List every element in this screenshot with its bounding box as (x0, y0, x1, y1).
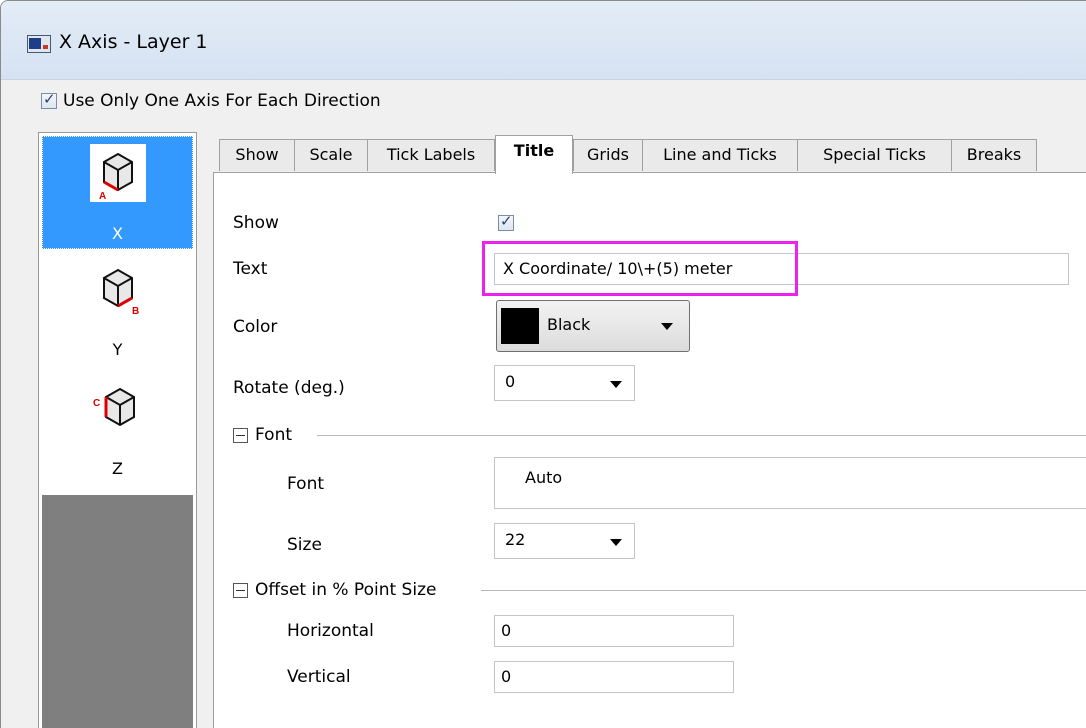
window-title: X Axis - Layer 1 (59, 31, 208, 53)
dialog-window: X Axis - Layer 1 Use Only One Axis For E… (0, 0, 1086, 728)
color-value: Black (547, 315, 591, 334)
vertical-label: Vertical (287, 667, 351, 687)
sidebar-empty-area (42, 495, 193, 728)
offset-group-title: Offset in % Point Size (255, 580, 437, 600)
offset-group-divider (481, 590, 1086, 591)
axis-z-letter: C (93, 398, 100, 409)
tab-line-and-ticks[interactable]: Line and Ticks (642, 139, 798, 171)
sidebar-item-x-label: X (112, 224, 123, 243)
size-dropdown[interactable]: 22 (494, 523, 635, 559)
axis-y-icon: B (102, 268, 139, 317)
axis-sidebar: A X B Y C Z (38, 132, 197, 728)
rotate-value: 0 (505, 372, 516, 391)
font-group-collapse-icon[interactable] (233, 428, 248, 443)
show-checkbox[interactable] (498, 212, 514, 231)
color-dropdown[interactable]: Black (496, 300, 690, 352)
sidebar-item-x[interactable]: A X (42, 136, 193, 249)
color-swatch (501, 308, 539, 344)
text-highlight-box (482, 241, 798, 296)
font-label: Font (287, 474, 325, 494)
chevron-down-icon (661, 323, 673, 330)
offset-group-collapse-icon[interactable] (233, 583, 248, 598)
tab-grids[interactable]: Grids (573, 139, 643, 171)
tab-title[interactable]: Title (495, 135, 573, 174)
sidebar-item-y-label: Y (112, 340, 123, 359)
tab-scale[interactable]: Scale (294, 139, 368, 171)
use-one-axis-label: Use Only One Axis For Each Direction (63, 91, 381, 111)
chevron-down-icon (610, 381, 622, 388)
size-label: Size (287, 535, 322, 555)
horizontal-label: Horizontal (287, 621, 374, 641)
axis-x-letter: A (99, 191, 106, 202)
vertical-offset-input[interactable]: 0 (494, 661, 734, 693)
axis-y-letter: B (132, 306, 139, 317)
font-group-divider (317, 435, 1086, 436)
font-selector[interactable]: Auto (494, 457, 1086, 509)
text-label: Text (233, 259, 268, 279)
sidebar-item-z-label: Z (112, 459, 123, 478)
chevron-down-icon (610, 539, 622, 546)
tab-tick-labels[interactable]: Tick Labels (367, 139, 495, 171)
title-bar: X Axis - Layer 1 (1, 1, 1086, 80)
rotate-label: Rotate (deg.) (233, 378, 345, 398)
horizontal-offset-input[interactable]: 0 (494, 615, 734, 647)
tab-breaks[interactable]: Breaks (951, 139, 1037, 171)
axis-z-icon: C (93, 387, 135, 427)
use-one-axis-checkbox[interactable] (41, 90, 57, 109)
sidebar-item-y[interactable]: B Y (42, 252, 193, 365)
window-icon (27, 35, 51, 53)
show-label: Show (233, 213, 279, 233)
tab-show[interactable]: Show (219, 139, 295, 171)
size-value: 22 (505, 530, 526, 549)
rotate-dropdown[interactable]: 0 (494, 365, 635, 401)
font-group-title: Font (255, 425, 293, 445)
sidebar-item-z[interactable]: C Z (42, 371, 193, 484)
tab-special-ticks[interactable]: Special Ticks (797, 139, 952, 171)
axis-x-icon: A (89, 144, 146, 202)
color-label: Color (233, 317, 278, 337)
